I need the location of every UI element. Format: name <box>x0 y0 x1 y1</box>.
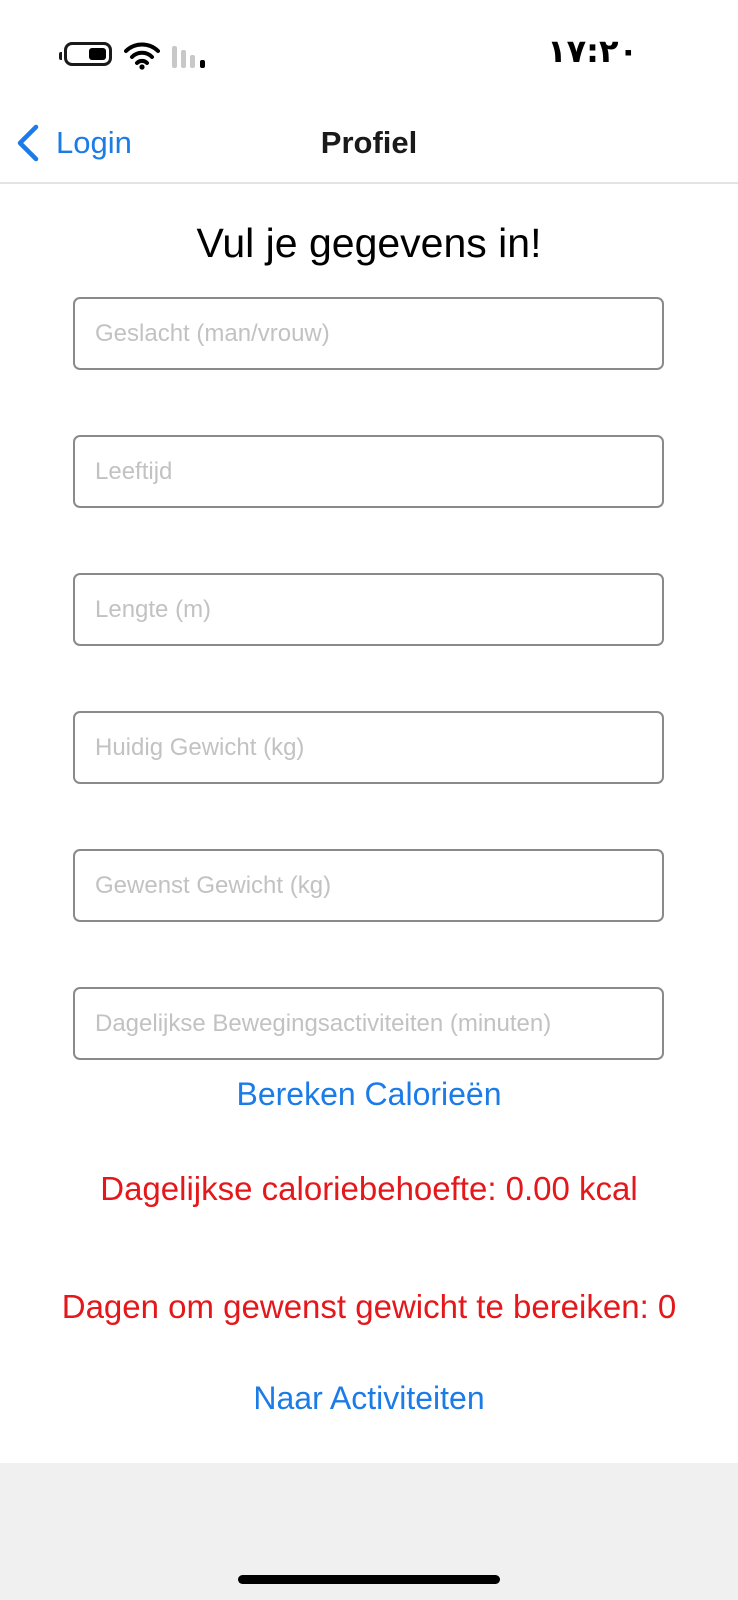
status-time: ١٧:٢٠ <box>547 32 638 70</box>
home-indicator[interactable] <box>238 1575 500 1584</box>
cellular-signal-icon <box>172 44 210 68</box>
current-weight-input[interactable] <box>73 711 664 784</box>
wifi-icon <box>124 42 160 70</box>
page-title: Profiel <box>320 125 418 160</box>
target-weight-input[interactable] <box>73 849 664 922</box>
gender-input[interactable] <box>73 297 664 370</box>
days-to-goal-result: Dagen om gewenst gewicht te bereiken: 0 <box>61 1288 677 1325</box>
calculate-calories-button[interactable]: Bereken Calorieën <box>0 1076 738 1113</box>
daily-calories-result: Dagelijkse caloriebehoefte: 0.00 kcal <box>100 1170 638 1207</box>
height-input[interactable] <box>73 573 664 646</box>
battery-icon <box>59 42 112 66</box>
daily-activity-input[interactable] <box>73 987 664 1060</box>
form-heading: Vul je gegevens in! <box>196 220 542 266</box>
status-bar: ١٧:٢٠ <box>0 0 738 105</box>
activities-button[interactable]: Naar Activiteiten <box>0 1380 738 1417</box>
age-input[interactable] <box>73 435 664 508</box>
navigation-bar: Login Profiel <box>0 105 738 184</box>
